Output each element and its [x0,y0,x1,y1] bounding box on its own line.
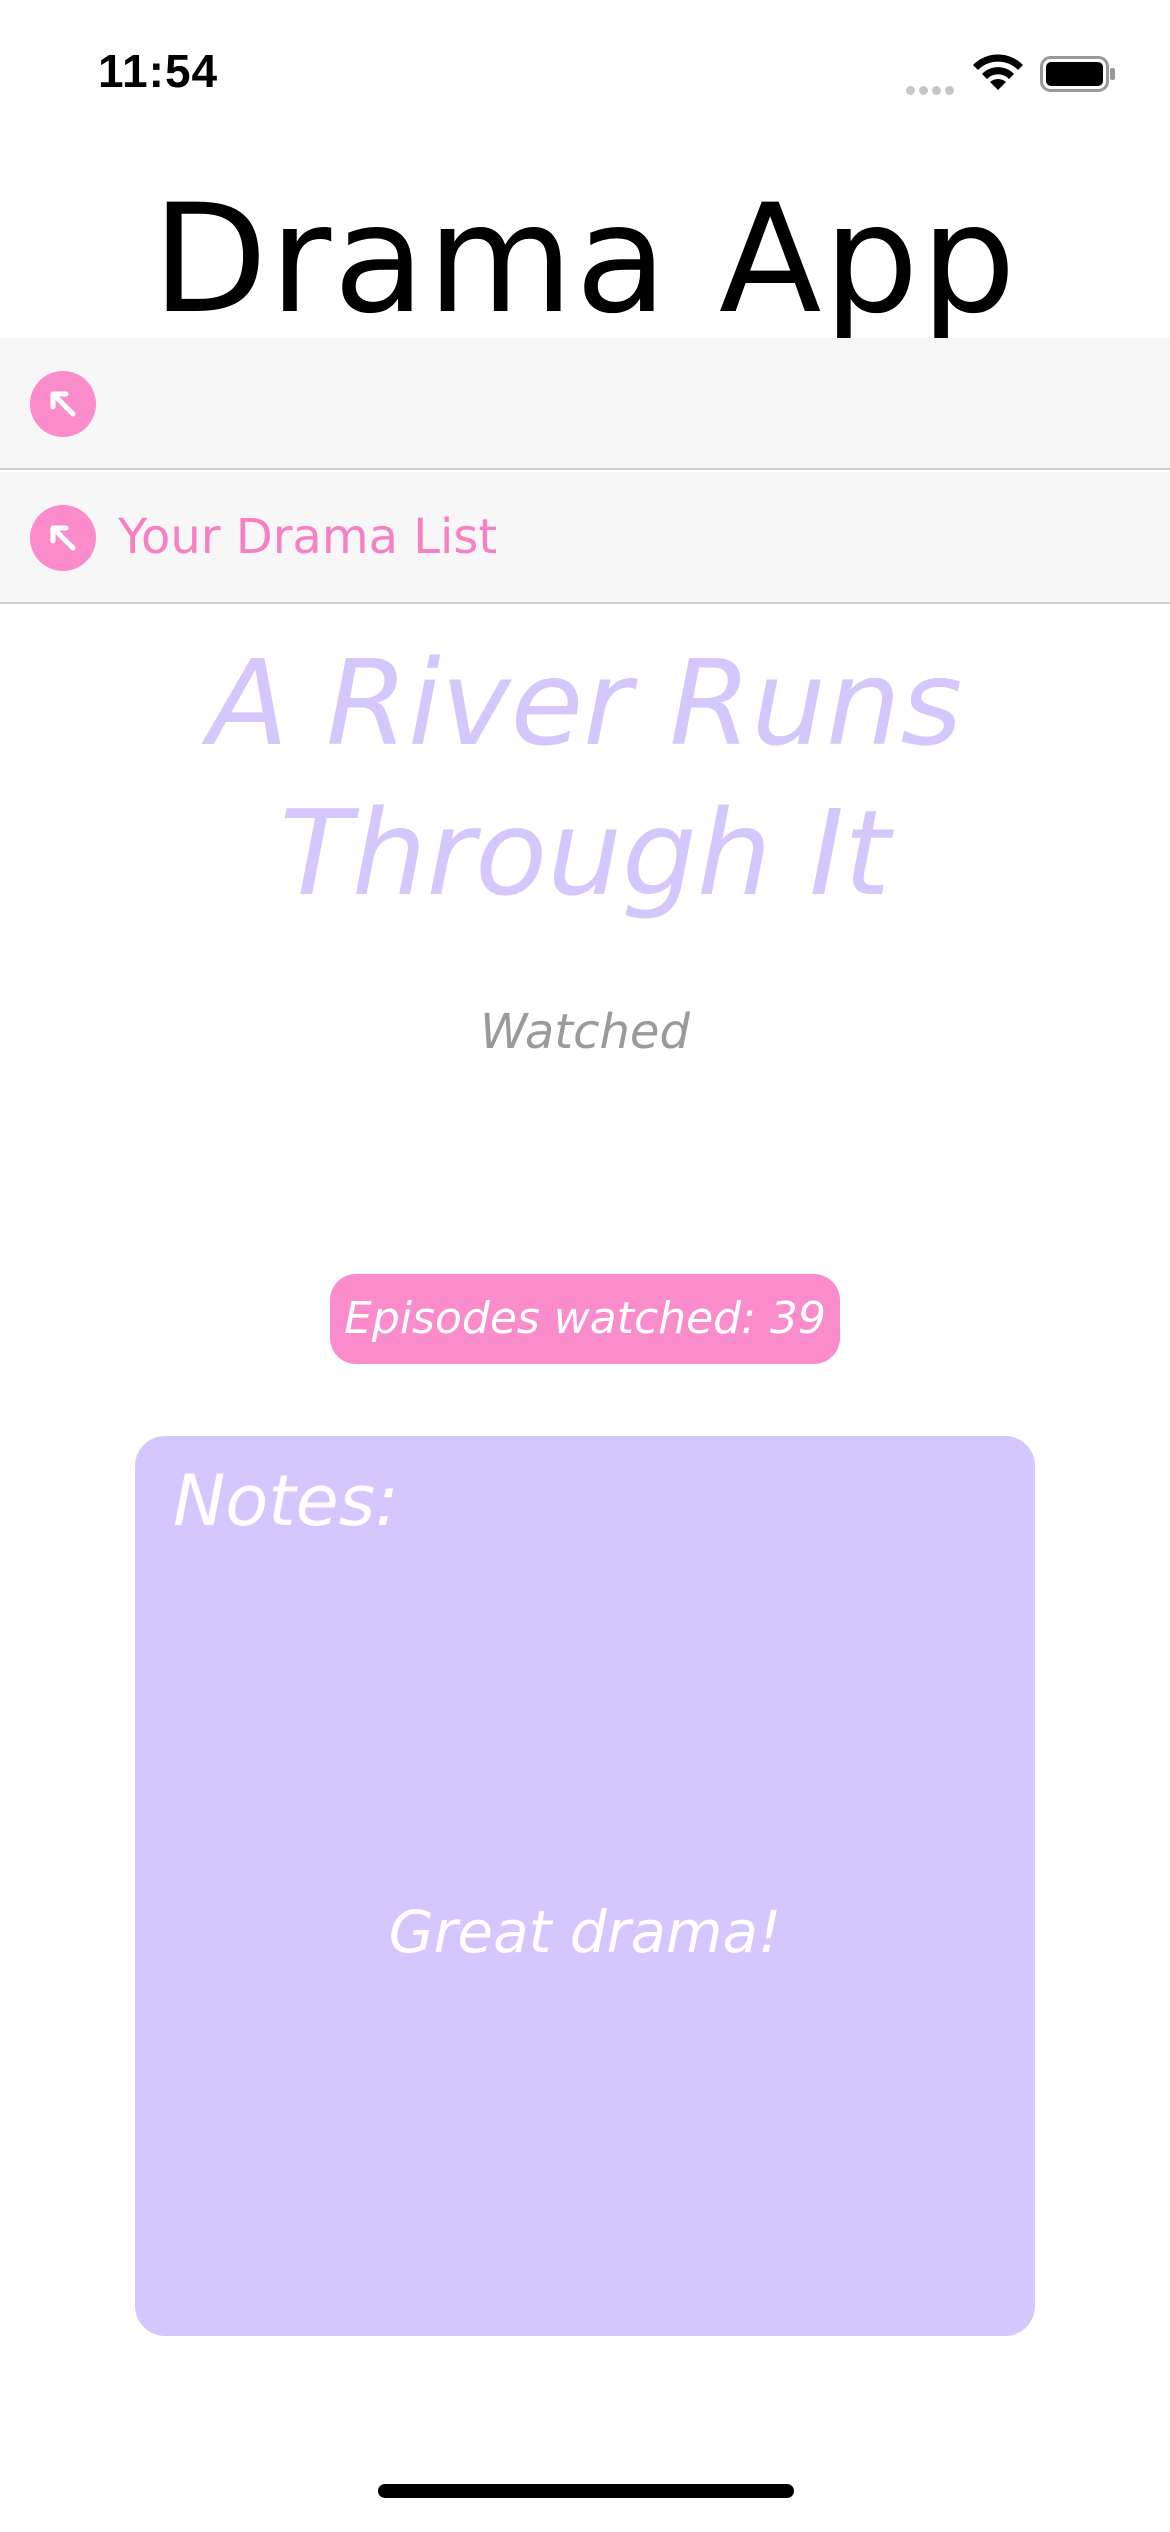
nav-back-row[interactable] [0,338,1170,470]
status-bar: 11:54 [0,0,1170,140]
notes-card[interactable]: Notes: Great drama! [135,1436,1035,2336]
app-title: Drama App [152,182,1018,338]
wifi-icon [970,52,1026,92]
signal-icon [906,80,958,95]
episodes-watched-badge[interactable]: Episodes watched: 39 [330,1274,840,1364]
status-time: 11:54 [98,45,219,97]
notes-text[interactable]: Great drama! [135,1898,1035,1966]
watch-status: Watched [480,1004,690,1060]
battery-icon [1040,56,1116,92]
drama-title: A River Runs Through It [207,634,963,922]
back-arrow-icon[interactable] [30,371,96,437]
back-arrow-icon[interactable] [30,505,96,571]
nav-drama-list-label[interactable]: Your Drama List [118,472,497,602]
home-indicator[interactable] [378,2484,794,2498]
notes-label: Notes: [173,1460,399,1542]
nav-drama-list-row[interactable]: Your Drama List [0,472,1170,604]
